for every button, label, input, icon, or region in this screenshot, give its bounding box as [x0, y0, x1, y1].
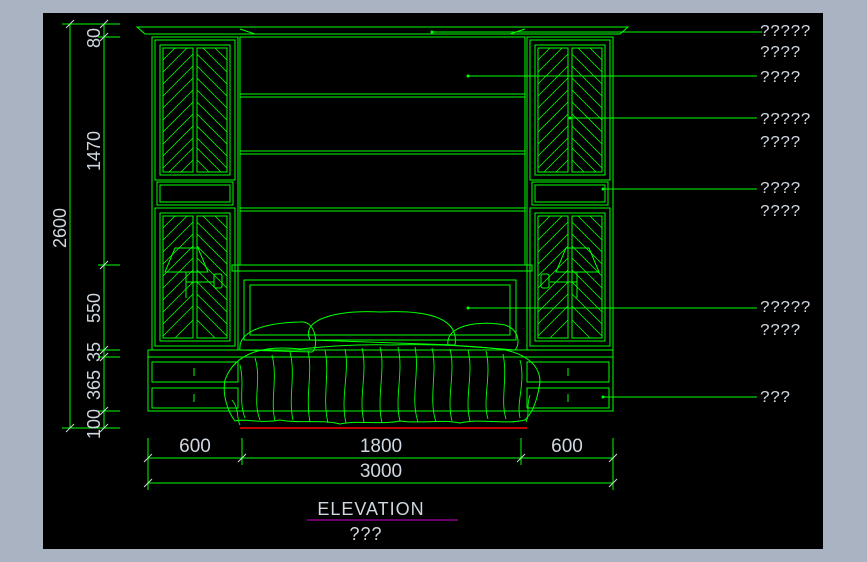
bed-drape-folds [231, 346, 531, 426]
leader-label: ???? [760, 134, 801, 153]
drawing-subtitle: ??? [349, 524, 382, 544]
cad-drawing-canvas: 2600 80 1470 550 35 365 100 600 1800 600… [43, 13, 823, 549]
right-cabinet [526, 36, 614, 351]
pillow-left [239, 321, 317, 353]
dim-35-text: 35 [84, 342, 104, 362]
dim-top-cap-text: 80 [84, 28, 104, 48]
dim-center-text: 1800 [360, 436, 402, 457]
leader-label: ??? [760, 389, 791, 408]
headboard-panel [243, 279, 517, 341]
dim-total-horizontal-text: 3000 [360, 461, 402, 482]
cornice [135, 26, 630, 35]
dim-middle-text: 550 [84, 293, 104, 323]
dim-left-text: 600 [179, 436, 211, 457]
leader-label: ????? [760, 299, 811, 318]
leader-label: ???? [760, 44, 801, 63]
leader-label: ???? [760, 69, 801, 88]
leader-label: ????? [760, 23, 811, 42]
dim-upper-text: 1470 [84, 131, 104, 171]
headboard-shelf [231, 264, 533, 272]
leader-label: ???? [760, 180, 801, 199]
leader-lines [432, 31, 762, 398]
drawing-title: ELEVATION [317, 499, 424, 519]
dim-right-text: 600 [551, 436, 583, 457]
elevation-drawing: 2600 80 1470 550 35 365 100 600 1800 600… [50, 19, 811, 544]
leader-label: ????? [760, 111, 811, 130]
leader-label: ???? [760, 203, 801, 222]
right-wall-lamp [540, 247, 600, 298]
dim-100-text: 100 [84, 409, 104, 439]
dim-365-text: 365 [84, 370, 104, 400]
leader-label: ???? [760, 322, 801, 341]
dim-total-text: 2600 [50, 208, 70, 248]
left-cabinet [151, 36, 239, 351]
